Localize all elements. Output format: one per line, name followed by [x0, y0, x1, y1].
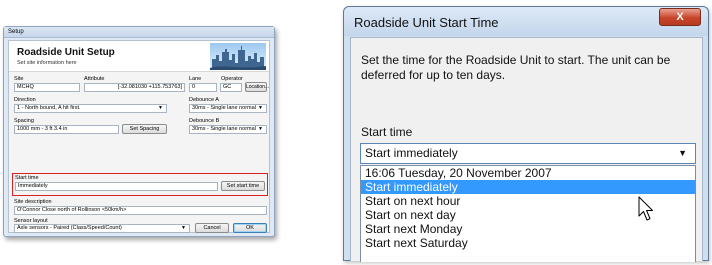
debounce-b-select[interactable]: 30ms - Single lane normal ▼: [189, 125, 267, 134]
sensor-layout-select[interactable]: Axle sensors - Paired (Class/Speed/Count…: [14, 224, 190, 233]
debounce-a-value: 30ms - Single lane normal: [192, 105, 256, 111]
start-time-content: Set the time for the Roadside Unit to st…: [350, 37, 703, 262]
debounce-a-select[interactable]: 30ms - Single lane normal ▼: [189, 104, 267, 113]
start-time-select-label: Start time: [361, 125, 413, 139]
site-field[interactable]: MCHQ: [14, 83, 80, 92]
spacing-label: Spacing: [14, 118, 34, 124]
start-time-option-selected[interactable]: Start immediately: [361, 180, 695, 194]
start-time-field[interactable]: Immediately: [15, 182, 218, 191]
spacing-field[interactable]: 1000 mm - 3 ft 3.4 in: [14, 125, 119, 134]
setup-header-title: Roadside Unit Setup: [17, 47, 115, 58]
chevron-down-icon: ▼: [678, 148, 687, 158]
operator-label: Operator: [221, 76, 243, 82]
site-label: Site: [14, 76, 24, 82]
lane-field[interactable]: 0: [189, 83, 217, 92]
start-time-dialog: Roadside Unit Start Time X Set the time …: [343, 6, 709, 262]
close-button[interactable]: X: [659, 8, 701, 26]
close-icon: X: [676, 11, 684, 23]
debounce-a-label: Debounce A: [189, 97, 219, 103]
site-description-field[interactable]: O'Connor Close north of Rollinson <50km/…: [14, 206, 267, 215]
start-time-title-bar: Roadside Unit Start Time X: [344, 7, 708, 36]
site-description-label: Site description: [14, 199, 52, 205]
setup-window-title: Setup: [8, 29, 24, 35]
set-start-time-button[interactable]: Set start time: [221, 181, 265, 191]
setup-header-subtitle: Set site information here: [17, 60, 77, 66]
start-time-description: Set the time for the Roadside Unit to st…: [361, 53, 671, 82]
start-time-option[interactable]: Start next Saturday: [361, 236, 695, 250]
chevron-down-icon: ▼: [258, 105, 263, 111]
city-skyline-icon: [210, 43, 266, 70]
chevron-down-icon: ▼: [181, 225, 186, 231]
operator-field[interactable]: GC: [220, 83, 242, 92]
arrow-cursor-icon: [638, 196, 653, 221]
direction-value: 1 - North bound, A hit first.: [17, 105, 81, 111]
start-time-label: Start time: [15, 175, 39, 181]
debounce-b-label: Debounce B: [189, 118, 220, 124]
attribute-label: Attribute: [84, 76, 105, 82]
setup-header: Roadside Unit Setup Set site information…: [9, 41, 269, 72]
ok-button[interactable]: OK: [233, 223, 267, 233]
sensor-layout-value: Axle sensors - Paired (Class/Speed/Count…: [17, 225, 122, 231]
start-time-select[interactable]: Start immediately ▼: [360, 143, 696, 164]
location-button[interactable]: Location...: [245, 82, 269, 92]
chevron-down-icon: ▼: [258, 126, 263, 132]
attribute-field[interactable]: [-32.081030 +115.753763]: [84, 83, 185, 92]
chevron-down-icon: ▼: [158, 105, 163, 111]
set-spacing-button[interactable]: Set Spacing: [122, 124, 167, 134]
setup-dialog: Setup Roadside Unit Setup Set site infor…: [3, 26, 275, 237]
start-time-selected-value: Start immediately: [365, 146, 458, 160]
start-time-option[interactable]: 16:06 Tuesday, 20 November 2007: [361, 166, 695, 180]
setup-content: Roadside Unit Setup Set site information…: [8, 40, 270, 233]
debounce-b-value: 30ms - Single lane normal: [192, 126, 256, 132]
cancel-button[interactable]: Cancel: [195, 223, 229, 233]
start-time-window-title: Roadside Unit Start Time: [354, 15, 499, 30]
direction-select[interactable]: 1 - North bound, A hit first. ▼: [14, 104, 167, 113]
start-time-option[interactable]: Start next Monday: [361, 222, 695, 236]
lane-label: Lane: [189, 76, 202, 82]
setup-title-bar: Setup: [4, 27, 274, 38]
direction-label: Direction: [14, 97, 36, 103]
